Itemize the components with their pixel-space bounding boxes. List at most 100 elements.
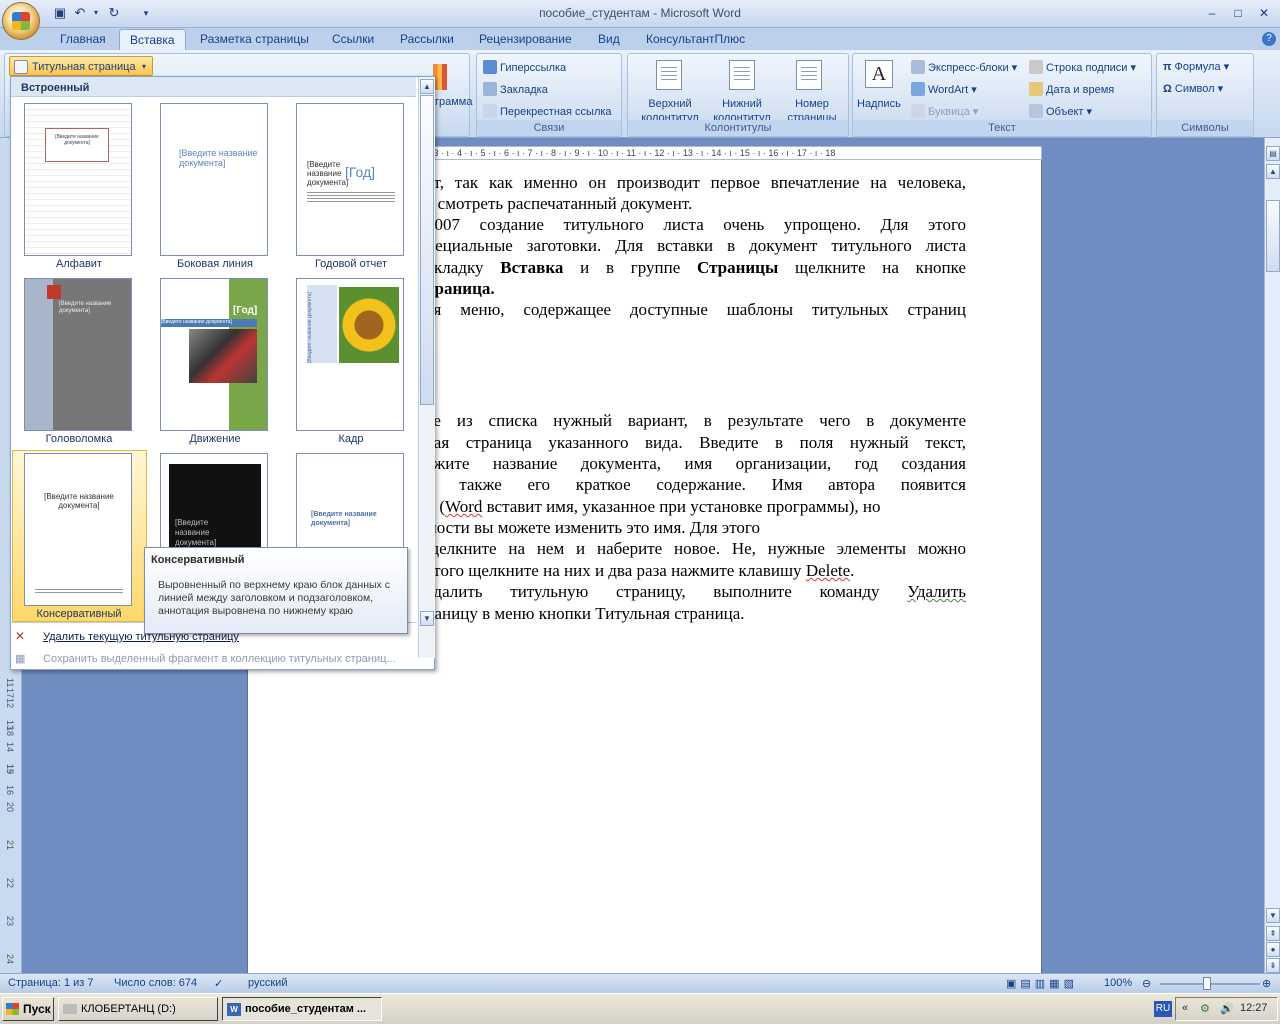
undo-dropdown-icon[interactable]: ▾ (92, 5, 100, 21)
language-indicator[interactable]: русский (248, 977, 287, 989)
template-thumb-frame[interactable]: [Введите название документа] (296, 278, 404, 431)
title-bar: пособие_студентам - Microsoft Word ▣ ↶ ▾… (0, 0, 1280, 28)
zoom-level[interactable]: 100% (1104, 977, 1132, 989)
template-thumb-sideline[interactable]: [Введите название документа] (160, 103, 268, 256)
bookmark-button[interactable]: Закладка (483, 82, 548, 97)
start-button[interactable]: Пуск (2, 997, 54, 1021)
header-icon (656, 60, 682, 90)
doc-line: этого щелкните на них и два раза нажмите… (426, 561, 855, 580)
template-label[interactable]: Консервативный (11, 608, 147, 620)
save-selection-icon: ▦ (15, 653, 26, 665)
prev-page-icon[interactable]: ⇞ (1266, 926, 1280, 941)
gallery-scroll-down[interactable]: ▼ (420, 611, 434, 626)
tray-arrow-icon[interactable]: « (1182, 1002, 1188, 1014)
undo-icon[interactable]: ↶ (72, 5, 88, 21)
template-thumb-motion[interactable]: [Год] [Введите название документа] (160, 278, 268, 431)
text-group-label: Текст (853, 120, 1151, 136)
template-label[interactable]: Годовой отчет (283, 258, 419, 270)
task-word[interactable]: Wпособие_студентам ... (222, 997, 382, 1021)
doc-line: вкладку Вставка и в группе Страницы щелк… (426, 258, 967, 277)
doc-line: а также его краткое содержание. Имя авто… (426, 475, 966, 494)
scroll-thumb[interactable] (1266, 200, 1280, 272)
template-label[interactable]: Кадр (283, 433, 419, 445)
vruler-num: 11 (5, 678, 15, 688)
save-to-gallery-item: Сохранить выделенный фрагмент в коллекци… (43, 653, 396, 665)
cover-page-button[interactable]: Титульная страница ▾ (9, 56, 153, 76)
quickparts-button[interactable]: Экспресс-блоки ▾ (911, 60, 1017, 75)
help-icon[interactable]: ? (1262, 32, 1276, 46)
delete-cover-icon: ✕ (15, 629, 26, 643)
tab-references[interactable]: Ссылки (322, 29, 384, 51)
template-thumb-conservative[interactable]: [Введите название документа] (24, 453, 132, 606)
tab-view[interactable]: Вид (588, 29, 630, 51)
date-time-button[interactable]: Дата и время (1029, 82, 1114, 97)
network-icon[interactable]: ⚙ (1200, 1002, 1210, 1015)
tab-page-layout[interactable]: Разметка страницы (190, 29, 319, 51)
tab-review[interactable]: Рецензирование (469, 29, 582, 51)
quickparts-icon (911, 60, 925, 74)
maximize-button[interactable]: □ (1226, 4, 1250, 22)
view-buttons-icon[interactable]: ▣▤▥▦▧ (1006, 977, 1078, 990)
template-label[interactable]: Боковая линия (147, 258, 283, 270)
scroll-down-button[interactable]: ▼ (1266, 908, 1280, 923)
gallery-scrollbar[interactable]: ▲ ▼ (418, 77, 435, 658)
page-indicator[interactable]: Страница: 1 из 7 (8, 977, 94, 989)
cross-reference-button[interactable]: Перекрестная ссылка (483, 104, 612, 119)
ruler-toggle-icon[interactable]: ▤ (1266, 146, 1280, 161)
doc-line: траница. (426, 279, 495, 298)
proofing-icon[interactable]: ✓ (214, 977, 223, 990)
clock[interactable]: 12:27 (1240, 1002, 1268, 1014)
vruler-num: 19 (5, 764, 15, 775)
zoom-thumb[interactable] (1203, 977, 1211, 990)
cross-ref-icon (483, 104, 497, 118)
doc-line: вая страница указанного вида. Введите в … (426, 433, 966, 452)
gallery-scroll-up[interactable]: ▲ (420, 79, 434, 94)
template-label[interactable]: Движение (147, 433, 283, 445)
tab-insert[interactable]: Вставка (119, 29, 186, 51)
links-group: Гиперссылка Закладка Перекрестная ссылка… (476, 53, 622, 137)
symbol-button[interactable]: Ω Символ ▾ (1163, 82, 1223, 96)
zoom-out-icon[interactable]: ⊖ (1142, 977, 1151, 990)
signature-icon (1029, 60, 1043, 74)
wordart-button[interactable]: WordArt ▾ (911, 82, 977, 97)
scroll-up-button[interactable]: ▲ (1266, 164, 1280, 179)
template-tooltip: Консервативный Выровненный по верхнему к… (144, 547, 408, 634)
signature-line-button[interactable]: Строка подписи ▾ (1029, 60, 1136, 75)
links-group-label: Связи (477, 120, 621, 136)
browse-object-icon[interactable]: ● (1266, 942, 1280, 957)
dropcap-icon (911, 104, 925, 118)
tab-mailings[interactable]: Рассылки (390, 29, 464, 51)
save-icon[interactable]: ▣ (52, 5, 68, 21)
template-thumb-alphabet[interactable]: [Введите название документа] (24, 103, 132, 256)
volume-icon[interactable]: 🔊 (1220, 1002, 1234, 1015)
tab-home[interactable]: Главная (50, 29, 116, 51)
customize-icon[interactable]: ▾ (138, 5, 154, 21)
minimize-button[interactable]: – (1200, 4, 1224, 22)
gallery-scroll-thumb[interactable] (420, 95, 434, 405)
template-thumb-puzzle[interactable]: [Введите название документа] (24, 278, 132, 431)
next-page-icon[interactable]: ⇟ (1266, 958, 1280, 973)
vertical-scrollbar[interactable]: ▤ ▲ ▼ ⇞ ● ⇟ (1264, 138, 1280, 973)
textbox-button[interactable]: Надпись (857, 97, 901, 111)
chart-icon[interactable] (433, 64, 447, 90)
task-explorer[interactable]: КЛОБЕРТАНЦ (D:) (58, 997, 218, 1021)
object-icon (1029, 104, 1043, 118)
diagram-label[interactable]: грамма (435, 95, 473, 109)
doc-line: ст, так как именно он производит первое … (426, 173, 966, 192)
template-label[interactable]: Алфавит (11, 258, 147, 270)
object-button[interactable]: Объект ▾ (1029, 104, 1092, 119)
tab-consultant[interactable]: КонсультантПлюс (636, 29, 755, 51)
redo-icon[interactable]: ↻ (106, 5, 122, 21)
sunflower-image (339, 287, 399, 363)
language-button[interactable]: RU (1154, 1001, 1172, 1017)
office-button[interactable] (2, 2, 40, 40)
equation-button[interactable]: π Формула ▾ (1163, 60, 1229, 74)
word-count[interactable]: Число слов: 674 (114, 977, 197, 989)
hyperlink-button[interactable]: Гиперссылка (483, 60, 566, 75)
template-thumb-annual-report[interactable]: [Введите название документа] [Год] (296, 103, 404, 256)
close-button[interactable]: ✕ (1252, 4, 1276, 22)
zoom-in-icon[interactable]: ⊕ (1262, 977, 1271, 990)
vruler-num: 21 (5, 840, 15, 851)
vruler-num: 16 (5, 785, 15, 796)
template-label[interactable]: Головоломка (11, 433, 147, 445)
